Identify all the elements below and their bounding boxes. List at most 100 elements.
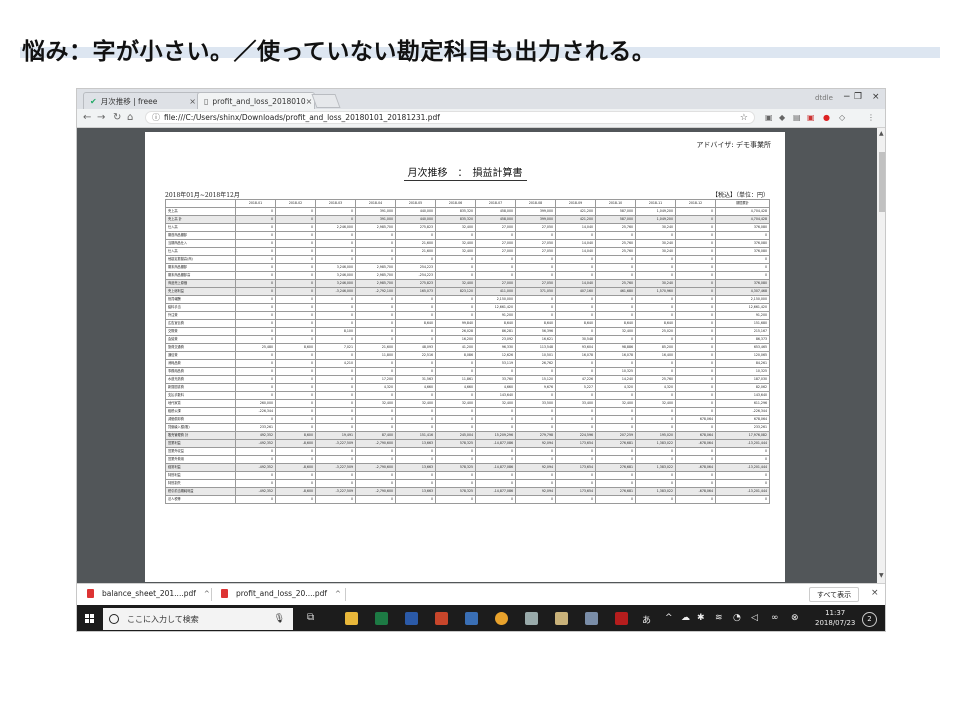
account-name: 会議費 bbox=[165, 335, 236, 344]
pdf-viewer[interactable]: アドバイザ: デモ事業所 月次推移 ： 損益計算書 2018年01月~2018年… bbox=[77, 128, 877, 583]
tab-label: 月次推移 | freee bbox=[100, 96, 158, 106]
home-icon[interactable]: ⌂ bbox=[127, 112, 133, 123]
divider bbox=[345, 588, 346, 601]
amount-cell: 0 bbox=[635, 423, 676, 432]
account-name: 売上高 bbox=[165, 207, 236, 216]
show-all-button[interactable]: すべて表示 bbox=[809, 587, 859, 602]
volume-icon[interactable]: ◁ bbox=[751, 613, 758, 623]
wifi-icon[interactable]: ≋ bbox=[715, 613, 723, 623]
forward-icon[interactable]: → bbox=[97, 112, 105, 123]
amount-cell: 0 bbox=[275, 407, 316, 416]
file-explorer-icon[interactable] bbox=[345, 612, 358, 625]
amount-cell: 41,200 bbox=[435, 343, 476, 352]
menu-icon[interactable]: ⋮ bbox=[867, 113, 875, 122]
url-input[interactable]: ⓘ file:///C:/Users/shinx/Downloads/profi… bbox=[145, 111, 755, 124]
account-name: 減価償却費 bbox=[165, 415, 236, 424]
amount-cell: 0 bbox=[355, 415, 396, 424]
amount-cell: 0 bbox=[355, 479, 396, 488]
amount-cell: 0 bbox=[395, 359, 436, 368]
account-name: 他勘定振替高(商) bbox=[165, 255, 236, 264]
close-tab-icon[interactable]: × bbox=[306, 97, 313, 106]
table-row: 営業外収益 0 0 0 0 0 0 0 0 0 0 0 0 0 bbox=[165, 447, 770, 456]
cloud-icon[interactable]: ☁ bbox=[681, 613, 690, 623]
scroll-up-icon[interactable]: ▲ bbox=[879, 130, 884, 137]
taskbar-search-input[interactable]: ここに入力して検索 🎙 bbox=[103, 608, 293, 630]
network-icon[interactable]: ◔ bbox=[733, 613, 741, 623]
evernote-icon[interactable]: ◆ bbox=[779, 113, 785, 122]
chevron-up-icon[interactable]: ^ bbox=[204, 590, 210, 598]
amount-cell: 0 bbox=[555, 255, 596, 264]
chevron-up-icon[interactable]: ^ bbox=[665, 613, 673, 623]
status-icon[interactable]: ⊗ bbox=[791, 613, 799, 623]
amount-cell: 0 bbox=[275, 303, 316, 312]
close-tab-icon[interactable]: × bbox=[189, 97, 196, 106]
amount-cell: 0 bbox=[675, 479, 716, 488]
close-window-icon[interactable]: × bbox=[872, 92, 880, 102]
tab-freee[interactable]: ✔ 月次推移 | freee × bbox=[83, 92, 203, 109]
chrome-icon[interactable] bbox=[495, 612, 508, 625]
scroll-down-icon[interactable]: ▼ bbox=[879, 572, 884, 579]
amount-cell: 0 bbox=[675, 343, 716, 352]
notification-center-icon[interactable]: 2 bbox=[862, 612, 877, 627]
new-tab-button[interactable] bbox=[311, 94, 341, 108]
windows-start-icon[interactable] bbox=[85, 614, 95, 624]
download-item-profit-loss[interactable]: profit_and_loss_20....pdf ^ bbox=[221, 589, 341, 598]
amount-cell: 0 bbox=[515, 295, 556, 304]
freee-logo-icon: ✔ bbox=[90, 96, 97, 106]
amount-cell: 0 bbox=[315, 391, 356, 400]
table-row: 地代家賃 260,000 0 0 32,400 32,400 32,400 32,400 33,… bbox=[165, 399, 770, 408]
amount-cell: 0 bbox=[515, 415, 556, 424]
amount-cell: 0 bbox=[515, 311, 556, 320]
amount-cell: 0 bbox=[675, 391, 716, 400]
pdf-scrollbar[interactable]: ▲ ▼ bbox=[877, 128, 885, 583]
extension-icon[interactable]: ▤ bbox=[793, 113, 801, 122]
excel-icon[interactable] bbox=[375, 612, 388, 625]
app-icon[interactable] bbox=[585, 612, 598, 625]
bluetooth-icon[interactable]: ✱ bbox=[697, 613, 705, 623]
amount-cell: 0 bbox=[235, 335, 276, 344]
app-icon[interactable] bbox=[465, 612, 478, 625]
amount-cell: 0 bbox=[315, 367, 356, 376]
column-header: 2018-01 bbox=[235, 199, 276, 208]
back-icon[interactable]: ← bbox=[83, 112, 91, 123]
extension-icon[interactable]: ▣ bbox=[807, 113, 815, 122]
microphone-icon[interactable]: 🎙 bbox=[274, 614, 285, 624]
extension-icon[interactable]: ▣ bbox=[765, 113, 773, 122]
star-icon[interactable]: ☆ bbox=[740, 113, 748, 123]
amount-cell: 0 bbox=[355, 247, 396, 256]
scroll-thumb[interactable] bbox=[879, 152, 885, 212]
acrobat-icon[interactable] bbox=[615, 612, 628, 625]
app-icon[interactable] bbox=[525, 612, 538, 625]
info-icon[interactable]: ⓘ bbox=[152, 112, 160, 123]
amount-cell: 0 bbox=[635, 495, 676, 504]
amount-cell: 15,209,296 bbox=[475, 431, 516, 440]
app-icon[interactable] bbox=[555, 612, 568, 625]
close-downloads-icon[interactable]: × bbox=[871, 588, 879, 598]
profile-name[interactable]: dtdle bbox=[815, 94, 833, 102]
word-icon[interactable] bbox=[405, 612, 418, 625]
amount-cell: 0 bbox=[715, 471, 770, 480]
report-period: 2018年01月~2018年12月 bbox=[165, 192, 240, 199]
amount-cell: 835,320 bbox=[435, 215, 476, 224]
amount-cell: 98,886 bbox=[595, 343, 636, 352]
clock[interactable]: 11:37 2018/07/23 bbox=[815, 608, 855, 628]
table-row: 旅費交通費 25,480 8,600 7,021 21,600 48,093 41,200 9… bbox=[165, 343, 770, 352]
amount-cell: 0 bbox=[235, 415, 276, 424]
tab-pdf[interactable]: ▯ profit_and_loss_2018010 × bbox=[197, 92, 315, 109]
maximize-icon[interactable]: ❐ bbox=[854, 92, 862, 102]
task-view-icon[interactable]: ⧉ bbox=[307, 612, 314, 623]
link-icon[interactable]: ∞ bbox=[771, 613, 779, 623]
download-item-balance-sheet[interactable]: balance_sheet_201....pdf ^ bbox=[87, 589, 210, 598]
amount-cell: 0 bbox=[235, 279, 276, 288]
powerpoint-icon[interactable] bbox=[435, 612, 448, 625]
amount-cell: 11,861 bbox=[435, 375, 476, 384]
minimize-icon[interactable]: − bbox=[843, 92, 851, 102]
amount-cell: 0 bbox=[315, 479, 356, 488]
cortana-icon bbox=[109, 614, 119, 624]
ime-indicator[interactable]: あ bbox=[642, 613, 651, 626]
extension-icon[interactable]: ● bbox=[823, 113, 830, 122]
chevron-up-icon[interactable]: ^ bbox=[335, 590, 341, 598]
extension-icon[interactable]: ◇ bbox=[839, 113, 845, 122]
clock-date: 2018/07/23 bbox=[815, 619, 856, 627]
reload-icon[interactable]: ↻ bbox=[113, 112, 121, 123]
